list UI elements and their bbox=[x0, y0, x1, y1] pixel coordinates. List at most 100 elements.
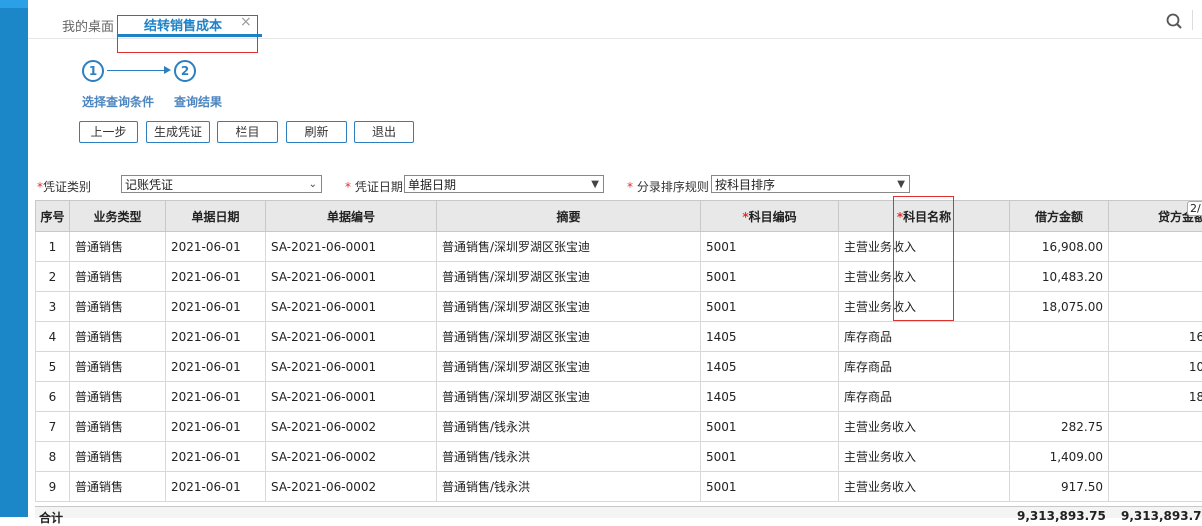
col-header-summary[interactable]: 摘要 bbox=[437, 201, 701, 232]
cell-biz-type[interactable]: 普通销售 bbox=[70, 262, 166, 292]
columns-button[interactable]: 栏目 bbox=[217, 121, 278, 143]
col-header-account-code[interactable]: *科目编码 bbox=[701, 201, 839, 232]
voucher-type-select[interactable]: 记账凭证⌄ bbox=[121, 175, 322, 193]
cell-biz-type[interactable]: 普通销售 bbox=[70, 292, 166, 322]
cell-doc-no[interactable]: SA-2021-06-0002 bbox=[266, 412, 437, 442]
search-icon[interactable] bbox=[1165, 12, 1185, 32]
col-header-biz-type[interactable]: 业务类型 bbox=[70, 201, 166, 232]
step-1-label[interactable]: 选择查询条件 bbox=[82, 93, 154, 110]
cell-biz-type[interactable]: 普通销售 bbox=[70, 412, 166, 442]
cell-summary[interactable]: 普通销售/深圳罗湖区张宝迪 bbox=[437, 322, 701, 352]
cell-doc-no[interactable]: SA-2021-06-0002 bbox=[266, 472, 437, 502]
col-header-debit[interactable]: 借方金额 bbox=[1010, 201, 1109, 232]
cell-summary[interactable]: 普通销售/深圳罗湖区张宝迪 bbox=[437, 262, 701, 292]
sort-rule-select[interactable]: 按科目排序▼ bbox=[711, 175, 910, 193]
col-header-seq[interactable]: 序号 bbox=[36, 201, 70, 232]
cell-account-name[interactable]: 主营业务收入 bbox=[839, 472, 1010, 502]
step-2-label[interactable]: 查询结果 bbox=[174, 93, 222, 110]
col-header-doc-no[interactable]: 单据编号 bbox=[266, 201, 437, 232]
cell-seq[interactable]: 2 bbox=[36, 262, 70, 292]
col-header-account-name[interactable]: *科目名称 bbox=[839, 201, 1010, 232]
cell-seq[interactable]: 6 bbox=[36, 382, 70, 412]
cell-doc-date[interactable]: 2021-06-01 bbox=[166, 412, 266, 442]
cell-biz-type[interactable]: 普通销售 bbox=[70, 232, 166, 262]
cell-summary[interactable]: 普通销售/钱永洪 bbox=[437, 412, 701, 442]
refresh-button[interactable]: 刷新 bbox=[286, 121, 347, 143]
cell-account-code[interactable]: 1405 bbox=[701, 352, 839, 382]
cell-doc-no[interactable]: SA-2021-06-0001 bbox=[266, 352, 437, 382]
table-row[interactable]: 5普通销售2021-06-01SA-2021-06-0001普通销售/深圳罗湖区… bbox=[36, 352, 1202, 382]
cell-credit[interactable] bbox=[1109, 292, 1202, 322]
table-row[interactable]: 9普通销售2021-06-01SA-2021-06-0002普通销售/钱永洪50… bbox=[36, 472, 1202, 502]
cell-credit[interactable] bbox=[1109, 442, 1202, 472]
cell-summary[interactable]: 普通销售/深圳罗湖区张宝迪 bbox=[437, 292, 701, 322]
cell-credit[interactable] bbox=[1109, 262, 1202, 292]
cell-account-name[interactable]: 主营业务收入 bbox=[839, 412, 1010, 442]
cell-debit[interactable] bbox=[1010, 382, 1109, 412]
cell-seq[interactable]: 7 bbox=[36, 412, 70, 442]
cell-summary[interactable]: 普通销售/深圳罗湖区张宝迪 bbox=[437, 382, 701, 412]
cell-debit[interactable]: 917.50 bbox=[1010, 472, 1109, 502]
cell-account-name[interactable]: 库存商品 bbox=[839, 322, 1010, 352]
cell-debit[interactable]: 1,409.00 bbox=[1010, 442, 1109, 472]
cell-biz-type[interactable]: 普通销售 bbox=[70, 382, 166, 412]
cell-biz-type[interactable]: 普通销售 bbox=[70, 442, 166, 472]
table-row[interactable]: 3普通销售2021-06-01SA-2021-06-0001普通销售/深圳罗湖区… bbox=[36, 292, 1202, 322]
cell-account-name[interactable]: 主营业务收入 bbox=[839, 292, 1010, 322]
cell-biz-type[interactable]: 普通销售 bbox=[70, 322, 166, 352]
cell-debit[interactable]: 16,908.00 bbox=[1010, 232, 1109, 262]
cell-summary[interactable]: 普通销售/深圳罗湖区张宝迪 bbox=[437, 232, 701, 262]
cell-debit[interactable]: 18,075.00 bbox=[1010, 292, 1109, 322]
tab-home[interactable]: 我的桌面 bbox=[62, 16, 114, 35]
cell-doc-no[interactable]: SA-2021-06-0001 bbox=[266, 262, 437, 292]
cell-debit[interactable] bbox=[1010, 322, 1109, 352]
table-row[interactable]: 7普通销售2021-06-01SA-2021-06-0002普通销售/钱永洪50… bbox=[36, 412, 1202, 442]
cell-doc-no[interactable]: SA-2021-06-0001 bbox=[266, 232, 437, 262]
cell-doc-date[interactable]: 2021-06-01 bbox=[166, 442, 266, 472]
cell-account-code[interactable]: 1405 bbox=[701, 322, 839, 352]
cell-seq[interactable]: 1 bbox=[36, 232, 70, 262]
cell-credit[interactable]: 16,908.00 bbox=[1109, 322, 1202, 352]
cell-summary[interactable]: 普通销售/钱永洪 bbox=[437, 472, 701, 502]
cell-account-code[interactable]: 5001 bbox=[701, 442, 839, 472]
prev-step-button[interactable]: 上一步 bbox=[79, 121, 138, 143]
cell-biz-type[interactable]: 普通销售 bbox=[70, 352, 166, 382]
generate-voucher-button[interactable]: 生成凭证 bbox=[146, 121, 210, 143]
cell-doc-date[interactable]: 2021-06-01 bbox=[166, 292, 266, 322]
cell-credit[interactable]: 18,075.00 bbox=[1109, 382, 1202, 412]
cell-credit[interactable] bbox=[1109, 232, 1202, 262]
col-header-doc-date[interactable]: 单据日期 bbox=[166, 201, 266, 232]
cell-doc-date[interactable]: 2021-06-01 bbox=[166, 232, 266, 262]
cell-doc-no[interactable]: SA-2021-06-0001 bbox=[266, 292, 437, 322]
cell-debit[interactable]: 10,483.20 bbox=[1010, 262, 1109, 292]
cell-account-code[interactable]: 5001 bbox=[701, 262, 839, 292]
cell-doc-date[interactable]: 2021-06-01 bbox=[166, 322, 266, 352]
cell-account-name[interactable]: 主营业务收入 bbox=[839, 442, 1010, 472]
cell-account-name[interactable]: 主营业务收入 bbox=[839, 232, 1010, 262]
close-icon[interactable]: × bbox=[240, 14, 252, 30]
cell-account-name[interactable]: 库存商品 bbox=[839, 352, 1010, 382]
cell-seq[interactable]: 9 bbox=[36, 472, 70, 502]
cell-doc-date[interactable]: 2021-06-01 bbox=[166, 262, 266, 292]
tab-close-cost[interactable]: 结转销售成本 × bbox=[118, 14, 260, 36]
cell-account-code[interactable]: 5001 bbox=[701, 292, 839, 322]
voucher-date-select[interactable]: 单据日期▼ bbox=[404, 175, 604, 193]
cell-summary[interactable]: 普通销售/深圳罗湖区张宝迪 bbox=[437, 352, 701, 382]
cell-debit[interactable]: 282.75 bbox=[1010, 412, 1109, 442]
cell-seq[interactable]: 3 bbox=[36, 292, 70, 322]
cell-doc-date[interactable]: 2021-06-01 bbox=[166, 352, 266, 382]
cell-doc-no[interactable]: SA-2021-06-0001 bbox=[266, 322, 437, 352]
table-row[interactable]: 1普通销售2021-06-01SA-2021-06-0001普通销售/深圳罗湖区… bbox=[36, 232, 1202, 262]
cell-account-code[interactable]: 5001 bbox=[701, 232, 839, 262]
cell-doc-date[interactable]: 2021-06-01 bbox=[166, 472, 266, 502]
cell-summary[interactable]: 普通销售/钱永洪 bbox=[437, 442, 701, 472]
cell-account-code[interactable]: 1405 bbox=[701, 382, 839, 412]
cell-doc-no[interactable]: SA-2021-06-0002 bbox=[266, 442, 437, 472]
cell-account-code[interactable]: 5001 bbox=[701, 472, 839, 502]
cell-credit[interactable] bbox=[1109, 472, 1202, 502]
table-row[interactable]: 2普通销售2021-06-01SA-2021-06-0001普通销售/深圳罗湖区… bbox=[36, 262, 1202, 292]
cell-biz-type[interactable]: 普通销售 bbox=[70, 472, 166, 502]
cell-seq[interactable]: 8 bbox=[36, 442, 70, 472]
cell-credit[interactable] bbox=[1109, 412, 1202, 442]
table-row[interactable]: 8普通销售2021-06-01SA-2021-06-0002普通销售/钱永洪50… bbox=[36, 442, 1202, 472]
